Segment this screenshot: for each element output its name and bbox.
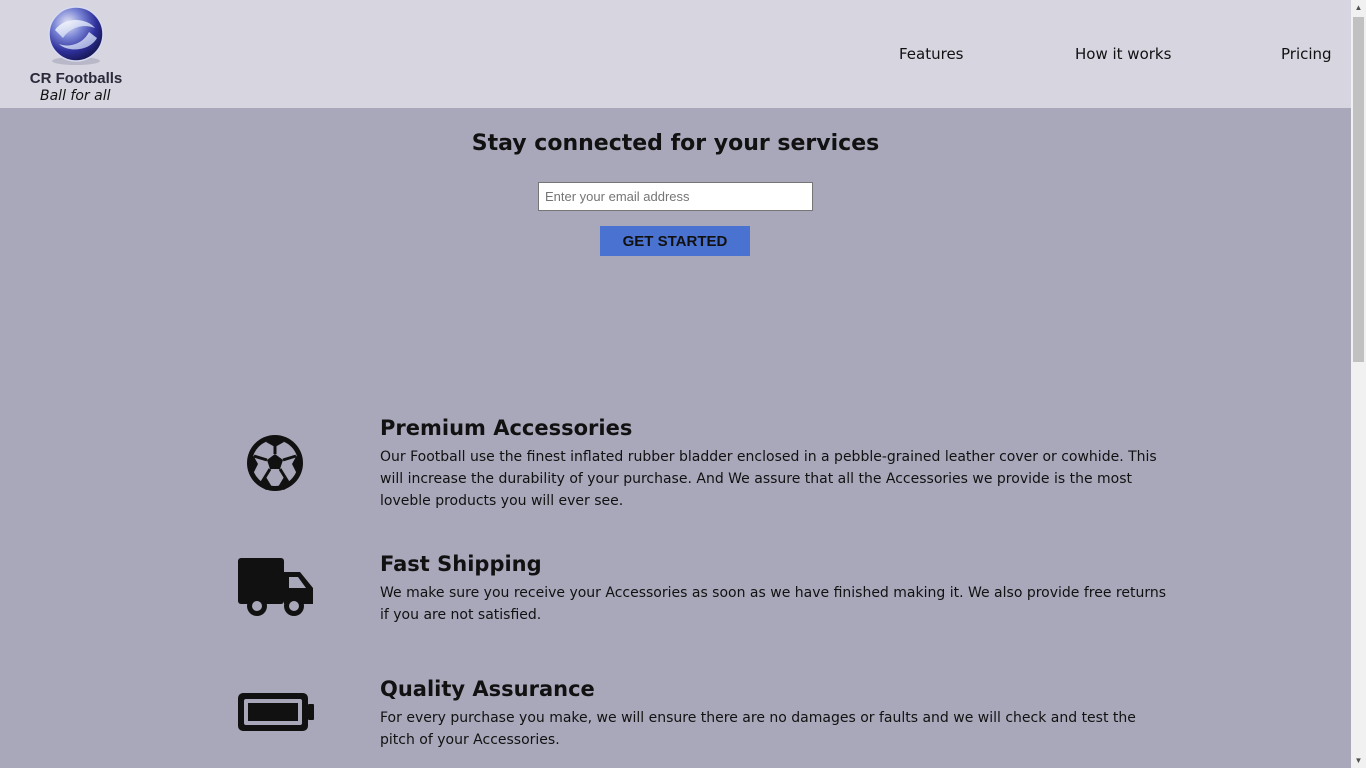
football-icon: [247, 435, 303, 491]
scroll-down-arrow-icon[interactable]: ▼: [1351, 753, 1366, 768]
feature-title: Fast Shipping: [380, 552, 542, 576]
truck-icon: [238, 558, 313, 616]
feature-description: We make sure you receive your Accessorie…: [380, 585, 1167, 623]
site-header: CR Footballs Ball for all Features How i…: [0, 0, 1351, 108]
battery-full-icon: [238, 693, 314, 731]
feature-title: Premium Accessories: [380, 416, 633, 440]
nav-link-pricing[interactable]: Pricing: [1281, 45, 1332, 63]
vertical-scrollbar[interactable]: ▲ ▼: [1351, 0, 1366, 768]
logo-block[interactable]: CR Footballs: [22, 2, 130, 88]
scroll-up-arrow-icon[interactable]: ▲: [1351, 0, 1366, 15]
feature-title: Quality Assurance: [380, 677, 595, 701]
get-started-button[interactable]: GET STARTED: [600, 226, 750, 256]
nav-link-how-it-works[interactable]: How it works: [1075, 45, 1171, 63]
logo-icon[interactable]: [45, 4, 107, 66]
hero-title: Stay connected for your services: [471, 131, 880, 156]
brand-name: CR Footballs: [29, 70, 123, 87]
brand-tagline: Ball for all: [40, 88, 111, 104]
scrollbar-thumb[interactable]: [1353, 17, 1364, 362]
feature-description: Our Football use the finest inflated rub…: [380, 449, 1157, 509]
feature-description: For every purchase you make, we will ens…: [380, 710, 1136, 748]
nav-link-features[interactable]: Features: [899, 45, 964, 63]
email-input[interactable]: [538, 182, 813, 211]
